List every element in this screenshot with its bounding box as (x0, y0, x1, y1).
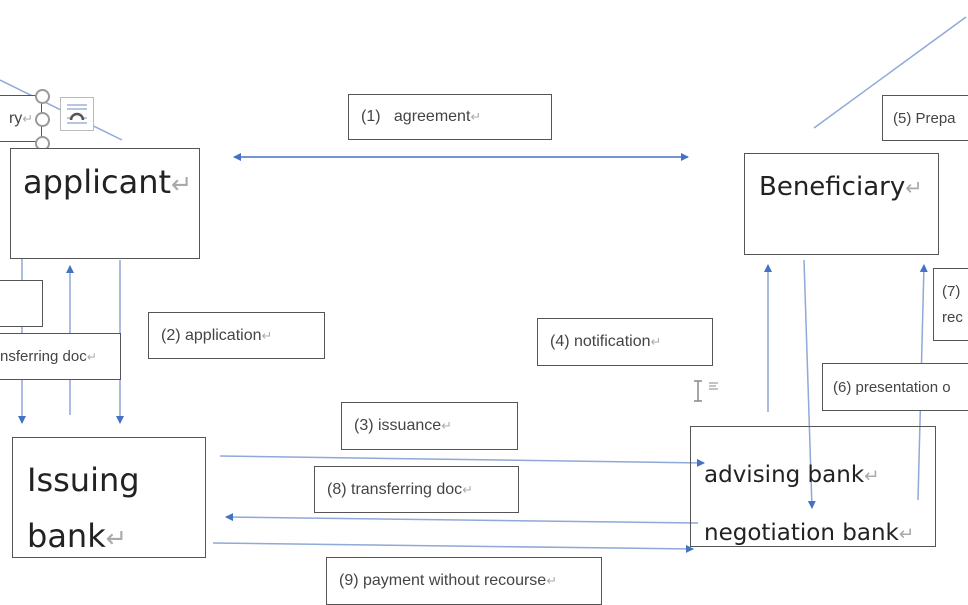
arrow-issuance (219, 455, 705, 467)
partial-box-left[interactable] (0, 280, 43, 327)
node-applicant[interactable]: applicant↵ (10, 148, 200, 259)
label-application[interactable]: (2) application ↵ (148, 312, 325, 359)
label-agreement[interactable]: (1) agreement ↵ (348, 94, 552, 140)
node-issuing-bank[interactable]: Issuing bank↵ (12, 437, 206, 558)
node-beneficiary[interactable]: Beneficiary↵ (744, 153, 939, 255)
beneficiary-text: Beneficiary (759, 172, 906, 202)
negotiation-bank-text: negotiation bank (704, 520, 899, 546)
label-prepare[interactable]: (5) Prepa (882, 95, 968, 141)
label-presentation[interactable]: (6) presentation o (822, 363, 968, 411)
advising-bank-text: advising bank (704, 462, 865, 488)
label-notification[interactable]: (4) notification ↵ (537, 318, 713, 366)
applicant-text: applicant (23, 163, 172, 201)
label-issuance[interactable]: (3) issuance ↵ (341, 402, 518, 450)
label-step7[interactable]: (7) rec (933, 268, 968, 341)
arrow-transferring-doc (225, 513, 699, 524)
label-transferring-doc-left[interactable]: nsferring doc ↵ (0, 333, 121, 380)
text-cursor-icon (694, 380, 718, 402)
layout-options-icon[interactable] (60, 97, 94, 131)
partial-box-text: ry (8, 109, 23, 127)
label-transferring-doc[interactable]: (8) transferring doc ↵ (314, 466, 519, 513)
resize-handle-middle[interactable] (35, 112, 50, 127)
node-advising-negotiation-bank[interactable]: advising bank↵ negotiation bank↵ (690, 426, 936, 547)
label-payment[interactable]: (9) payment without recourse ↵ (326, 557, 602, 605)
arrow-payment (212, 542, 694, 553)
resize-handle-top[interactable] (35, 89, 50, 104)
